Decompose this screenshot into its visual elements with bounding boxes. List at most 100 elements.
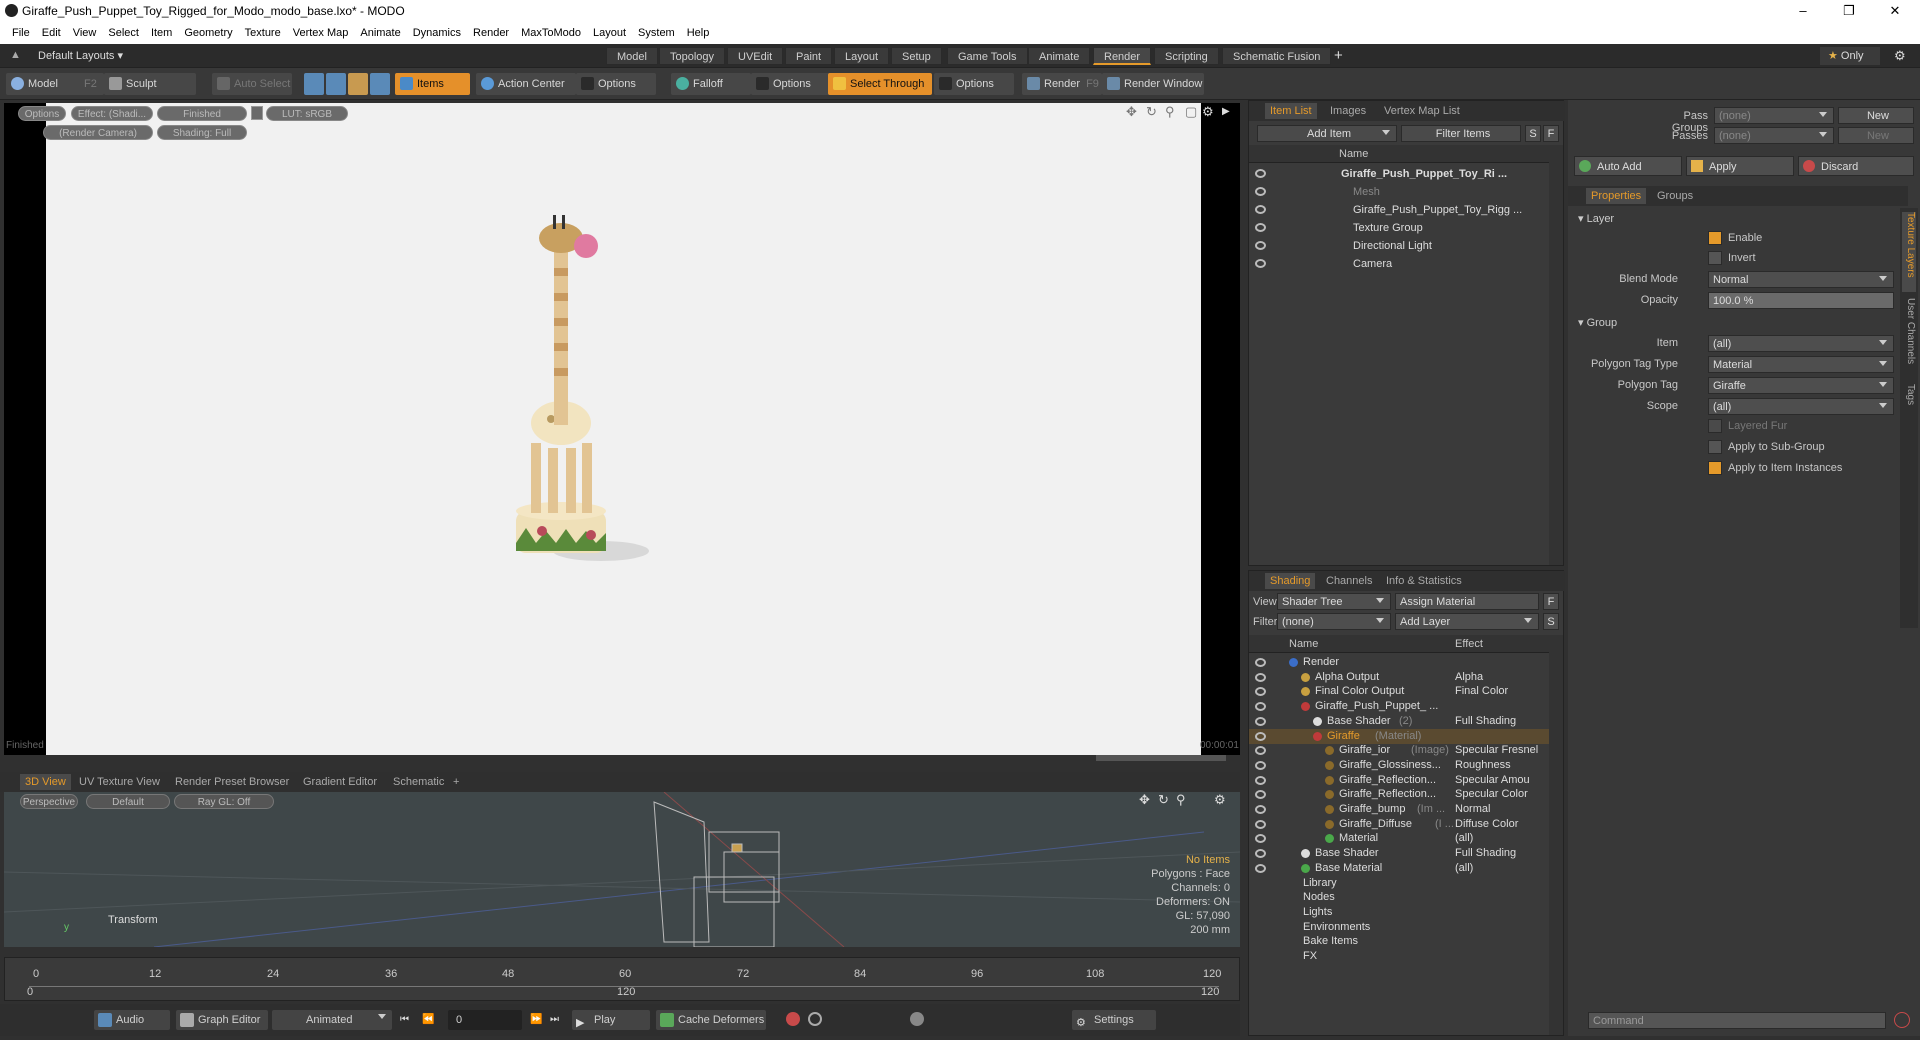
filter-f-button[interactable]: F: [1543, 125, 1559, 142]
menu-system[interactable]: System: [638, 27, 675, 39]
tab-images[interactable]: Images: [1325, 103, 1371, 119]
shader-row[interactable]: Nodes: [1249, 890, 1549, 905]
group-section-header[interactable]: ▾ Group: [1578, 316, 1617, 329]
maximize-button[interactable]: ❐: [1826, 0, 1872, 22]
materials-mode-button[interactable]: [370, 73, 390, 95]
last-frame-icon[interactable]: ⏭: [550, 1014, 559, 1025]
shader-row-effect[interactable]: (all): [1455, 831, 1473, 846]
visibility-eye-icon[interactable]: [1255, 187, 1266, 196]
tab-properties[interactable]: Properties: [1586, 188, 1647, 204]
visibility-eye-icon[interactable]: [1255, 790, 1266, 800]
new-pass-button[interactable]: New: [1838, 127, 1914, 144]
menu-edit[interactable]: Edit: [42, 27, 61, 39]
menu-render[interactable]: Render: [473, 27, 509, 39]
shader-row-effect[interactable]: Full Shading: [1455, 714, 1516, 729]
menu-help[interactable]: Help: [687, 27, 710, 39]
default-style-selector[interactable]: Default: [86, 794, 170, 809]
fit-icon[interactable]: ▢: [1185, 104, 1197, 120]
shader-row[interactable]: Render: [1249, 655, 1549, 670]
shader-row[interactable]: Giraffe_Push_Puppet_ ...: [1249, 699, 1549, 714]
shader-row-effect[interactable]: Alpha: [1455, 670, 1483, 685]
shader-row[interactable]: Giraffe_bump (Im ... Normal: [1249, 802, 1549, 817]
select-options-button[interactable]: Options: [934, 73, 1014, 95]
tab-scripting[interactable]: Scripting: [1154, 47, 1219, 65]
enable-checkbox[interactable]: [1708, 231, 1722, 245]
item-row[interactable]: Mesh: [1249, 183, 1549, 201]
visibility-eye-icon[interactable]: [1255, 849, 1266, 859]
menu-geometry[interactable]: Geometry: [184, 27, 232, 39]
item-row[interactable]: Giraffe_Push_Puppet_Toy_Rigg ...: [1249, 201, 1549, 219]
3d-gear-icon[interactable]: ⚙: [1214, 792, 1226, 808]
invert-checkbox[interactable]: [1708, 251, 1722, 265]
graph-editor-button[interactable]: Graph Editor: [176, 1010, 268, 1030]
tab-game-tools[interactable]: Game Tools: [947, 47, 1028, 65]
shader-row[interactable]: Giraffe_Diffuse (I ... Diffuse Color: [1249, 817, 1549, 832]
menu-dynamics[interactable]: Dynamics: [413, 27, 461, 39]
tab-gradient-editor[interactable]: Gradient Editor: [298, 774, 382, 790]
shader-row[interactable]: Giraffe (Material): [1249, 728, 1549, 744]
shader-row[interactable]: Base Shader (2) Full Shading: [1249, 714, 1549, 729]
shader-row[interactable]: Alpha Output Alpha: [1249, 670, 1549, 685]
tab-layout[interactable]: Layout: [834, 47, 890, 65]
shader-row[interactable]: FX: [1249, 949, 1549, 964]
shader-row-effect[interactable]: (all): [1455, 861, 1473, 876]
auto-add-button[interactable]: Auto Add: [1574, 156, 1682, 176]
tab-uv-texture-view[interactable]: UV Texture View: [74, 774, 165, 790]
shader-row[interactable]: Lights: [1249, 905, 1549, 920]
first-frame-icon[interactable]: ⏮: [400, 1014, 409, 1025]
pass-groups-dropdown[interactable]: (none): [1714, 107, 1834, 124]
polygon-tag-type-dropdown[interactable]: Material: [1708, 356, 1894, 373]
vertices-mode-button[interactable]: [304, 73, 324, 95]
shader-row[interactable]: Base Material (all): [1249, 861, 1549, 876]
falloff-options-button[interactable]: Options: [751, 73, 831, 95]
gear-icon[interactable]: ⚙: [1894, 48, 1906, 64]
visibility-eye-icon[interactable]: [1255, 259, 1266, 268]
shader-row[interactable]: Giraffe_Glossiness... Roughness: [1249, 758, 1549, 773]
effect-selector[interactable]: Effect: (Shadi...: [71, 106, 153, 121]
filter-s-button[interactable]: S: [1525, 125, 1541, 142]
only-button[interactable]: ★ Only: [1820, 47, 1880, 65]
add-tab-button[interactable]: +: [1334, 47, 1343, 64]
frame-input[interactable]: 0: [448, 1010, 522, 1030]
item-row[interactable]: Camera: [1249, 255, 1549, 273]
next-key-icon[interactable]: ⏩: [530, 1014, 542, 1025]
visibility-eye-icon[interactable]: [1255, 169, 1266, 178]
perspective-selector[interactable]: Perspective: [20, 794, 78, 809]
tab-item-list[interactable]: Item List: [1265, 103, 1317, 119]
tab-schematic-fusion[interactable]: Schematic Fusion: [1222, 47, 1332, 65]
tab-shading[interactable]: Shading: [1265, 573, 1316, 589]
shader-row[interactable]: Giraffe_Reflection... Specular Amou: [1249, 773, 1549, 788]
items-mode-button[interactable]: Items: [395, 73, 470, 95]
timeline[interactable]: 0 12 24 36 48 60 72 84 96 108 120 0 120 …: [4, 957, 1240, 1001]
edges-mode-button[interactable]: [326, 73, 346, 95]
tab-paint[interactable]: Paint: [785, 47, 833, 65]
key-icon[interactable]: [910, 1012, 924, 1026]
apply-sub-group-checkbox[interactable]: [1708, 440, 1722, 454]
menu-texture[interactable]: Texture: [245, 27, 281, 39]
action-center-options-button[interactable]: Options: [576, 73, 656, 95]
shader-tree-scrollbar[interactable]: [1549, 635, 1563, 1035]
pan-icon[interactable]: ✥: [1126, 104, 1137, 120]
collapse-icon[interactable]: ▲: [10, 49, 21, 61]
item-row[interactable]: Texture Group: [1249, 219, 1549, 237]
zoom-icon[interactable]: ⚲: [1165, 104, 1175, 120]
visibility-eye-icon[interactable]: [1255, 775, 1266, 785]
shader-row-effect[interactable]: Specular Amou: [1455, 773, 1530, 788]
record-icon[interactable]: [786, 1012, 800, 1026]
visibility-eye-icon[interactable]: [1255, 687, 1266, 697]
visibility-eye-icon[interactable]: [1255, 716, 1266, 726]
visibility-eye-icon[interactable]: [1255, 819, 1266, 829]
rotate-icon[interactable]: ↻: [1146, 104, 1157, 120]
visibility-eye-icon[interactable]: [1255, 834, 1266, 844]
visibility-eye-icon[interactable]: [1255, 863, 1266, 873]
view-dropdown[interactable]: Shader Tree: [1277, 593, 1391, 610]
3d-rotate-icon[interactable]: ↻: [1158, 792, 1169, 808]
filter-items-button[interactable]: Filter Items: [1401, 125, 1521, 142]
3d-zoom-icon[interactable]: ⚲: [1176, 792, 1186, 808]
tab-info-statistics[interactable]: Info & Statistics: [1381, 573, 1467, 589]
render-button[interactable]: Render F9: [1022, 73, 1102, 95]
shader-row[interactable]: Final Color Output Final Color: [1249, 684, 1549, 699]
lut-selector[interactable]: LUT: sRGB: [266, 106, 348, 121]
shader-row-effect[interactable]: Final Color: [1455, 684, 1508, 699]
auto-select-button[interactable]: Auto Select: [212, 73, 292, 95]
